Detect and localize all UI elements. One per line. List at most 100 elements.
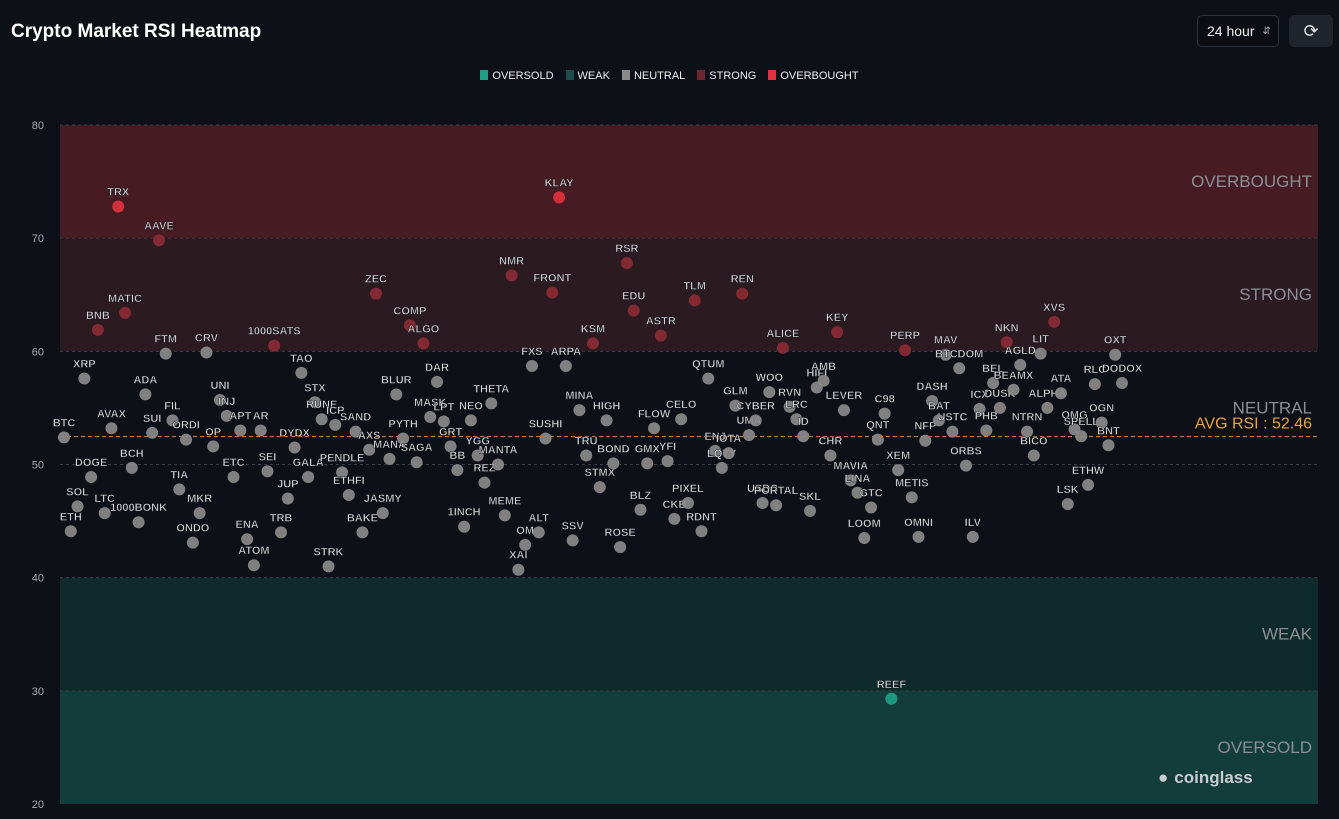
point-marker <box>946 425 959 438</box>
point-marker <box>478 476 491 489</box>
point-label: MAV <box>934 335 958 347</box>
point-label: ID <box>798 416 809 428</box>
y-tick-label: 70 <box>32 233 44 245</box>
point-marker <box>688 294 701 307</box>
point-marker <box>525 360 538 373</box>
point-marker <box>634 503 647 516</box>
point-marker <box>519 538 532 551</box>
point-marker <box>200 346 213 359</box>
point-label: LEVER <box>826 390 863 402</box>
point-marker <box>281 492 294 505</box>
point-marker <box>837 404 850 417</box>
point-marker <box>668 512 681 525</box>
point-label: ENA <box>235 519 258 531</box>
point-marker <box>227 470 240 483</box>
point-marker <box>546 286 559 299</box>
point-label: RDNT <box>686 511 717 523</box>
point-marker <box>573 404 586 417</box>
point-label: FRONT <box>533 272 571 284</box>
point-marker <box>498 509 511 522</box>
point-label: QTUM <box>692 358 724 370</box>
point-marker <box>580 449 593 462</box>
point-label: TAO <box>290 353 313 365</box>
point-label: DOGE <box>75 457 107 469</box>
point-marker <box>186 536 199 549</box>
logo-icon: ● <box>1158 768 1169 787</box>
point-marker <box>702 372 715 385</box>
point-marker <box>858 532 871 545</box>
point-marker <box>91 323 104 336</box>
point-label: BNT <box>1097 425 1120 437</box>
point-label: ROSE <box>605 527 636 539</box>
point-marker <box>119 306 132 319</box>
point-label: STMX <box>585 467 616 479</box>
point-marker <box>139 388 152 401</box>
point-marker <box>627 304 640 317</box>
point-label: NFP <box>914 421 936 433</box>
point-label: KLAY <box>545 177 575 189</box>
point-label: SAGA <box>401 442 433 454</box>
point-label: ATA <box>1050 373 1071 385</box>
point-label: QNT <box>866 420 890 432</box>
point-marker <box>749 414 762 427</box>
zone-label: NEUTRAL <box>1233 398 1312 417</box>
point-label: ORDI <box>172 420 200 432</box>
point-marker <box>254 424 267 437</box>
point-label: SEI <box>259 451 277 463</box>
point-marker <box>1109 348 1122 361</box>
point-marker <box>763 386 776 399</box>
point-marker <box>369 287 382 300</box>
point-label: FTM <box>154 334 177 346</box>
point-label: DASH <box>917 381 948 393</box>
point-label: DYDX <box>279 428 310 440</box>
point-marker <box>288 441 301 454</box>
point-marker <box>817 374 830 387</box>
point-label: GMX <box>635 443 661 455</box>
point-marker <box>410 456 423 469</box>
point-label: BNB <box>86 310 110 322</box>
point-label: NEO <box>459 400 483 412</box>
point-label: XEM <box>886 450 910 462</box>
point-marker <box>98 507 111 520</box>
point-label: XAI <box>509 550 527 562</box>
point-label: MAVIA <box>833 460 868 472</box>
point-marker <box>953 362 966 375</box>
point-label: ALT <box>528 512 549 524</box>
point-label: AR <box>253 411 269 423</box>
point-label: SSV <box>562 520 585 532</box>
point-marker <box>654 329 667 342</box>
point-label: SPELL <box>1064 416 1100 428</box>
point-marker <box>695 525 708 538</box>
y-tick-label: 50 <box>32 460 44 472</box>
point-label: FIL <box>164 400 181 412</box>
zone-label: STRONG <box>1239 285 1312 304</box>
point-marker <box>681 496 694 509</box>
point-marker <box>464 414 477 427</box>
point-marker <box>1048 315 1061 328</box>
point-label: PERP <box>890 330 920 342</box>
y-tick-label: 60 <box>32 346 44 358</box>
point-label: ONDO <box>176 523 209 535</box>
point-label: NMR <box>499 256 524 268</box>
point-label: OXT <box>1104 335 1127 347</box>
point-marker <box>960 459 973 472</box>
point-label: ADA <box>133 374 157 386</box>
point-marker <box>1014 358 1027 371</box>
point-marker <box>1027 449 1040 462</box>
point-marker <box>1102 439 1115 452</box>
point-label: JASMY <box>364 493 403 505</box>
point-label: MATIC <box>108 293 142 305</box>
point-marker <box>1075 430 1088 443</box>
point-label: LRC <box>785 399 808 411</box>
point-label: OGN <box>1089 403 1114 415</box>
point-marker <box>485 397 498 410</box>
point-marker <box>553 191 566 204</box>
point-label: TLM <box>683 280 706 292</box>
point-marker <box>715 461 728 474</box>
point-marker <box>539 432 552 445</box>
point-label: LIT <box>1032 334 1049 346</box>
coinglass-logo: ● coinglass <box>1158 768 1253 788</box>
zone-oversold <box>60 690 1318 804</box>
point-label: KSM <box>581 323 605 335</box>
zone-label: WEAK <box>1262 625 1313 644</box>
